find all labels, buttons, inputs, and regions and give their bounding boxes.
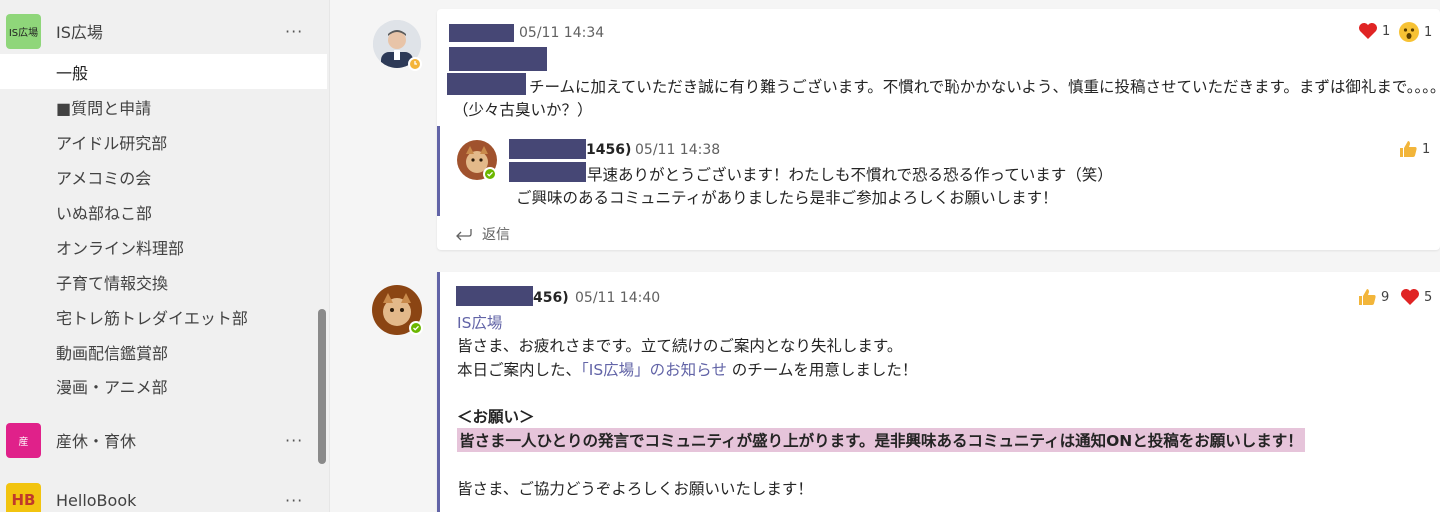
redacted-text: [447, 73, 526, 95]
heart-icon: [1359, 23, 1377, 39]
reaction-heart[interactable]: 5: [1400, 288, 1432, 306]
status-away-icon: [408, 57, 422, 71]
channel-manga-anime[interactable]: 漫画・アニメ部: [0, 368, 327, 403]
reply-button[interactable]: 返信: [455, 224, 510, 244]
channel-amecomi[interactable]: アメコミの会: [0, 159, 327, 194]
channel-cooking[interactable]: オンライン料理部: [0, 229, 327, 264]
status-available-icon: [409, 321, 423, 335]
team-mention[interactable]: IS広場: [457, 311, 502, 333]
channel-parenting[interactable]: 子育て情報交換: [0, 264, 327, 299]
team-maternity-leave[interactable]: 産 産休・育休 ···: [0, 418, 318, 462]
heart-icon: [1401, 289, 1419, 305]
reaction-like[interactable]: 1: [1398, 140, 1430, 158]
team-name: IS広場: [56, 23, 103, 42]
team-name: 産休・育休: [56, 432, 137, 451]
reaction-count: 5: [1424, 289, 1433, 305]
more-options-icon[interactable]: ···: [285, 22, 303, 41]
message-text: 皆さま、ご協力どうぞよろしくお願いいたします！: [457, 480, 813, 498]
reaction-like[interactable]: 9: [1357, 288, 1389, 306]
redacted-author: [456, 286, 533, 306]
message-timestamp: 05/11 14:40: [575, 290, 661, 306]
author-suffix: 456): [533, 290, 569, 306]
more-options-icon[interactable]: ···: [285, 431, 303, 450]
status-available-icon: [483, 167, 497, 181]
message-text: 皆さま、お疲れさまです。立て続けのご案内となり失礼します。: [457, 337, 903, 355]
channel-questions[interactable]: ■質問と申請: [0, 89, 327, 124]
author-suffix: 1456): [586, 142, 632, 158]
teams-sidebar: IS広場 IS広場 ··· 一般 ■質問と申請 アイドル研究部 アメコミの会 い…: [0, 0, 330, 512]
message-thread-2: [437, 272, 1440, 512]
redacted-author: [449, 24, 514, 42]
message-text: （少々古臭いか？）: [453, 101, 593, 119]
redacted-text: [509, 162, 586, 182]
team-hellobook[interactable]: HB HelloBook ···: [0, 478, 318, 512]
sidebar-scrollbar[interactable]: [318, 309, 326, 464]
message-text-line: 本日ご案内した、「IS広場」のお知らせ のチームを用意しました！: [457, 358, 917, 380]
team-name: HelloBook: [56, 490, 137, 510]
more-options-icon[interactable]: ···: [285, 491, 303, 510]
team-avatar: 産: [6, 422, 41, 458]
message-text: のチームを用意しました！: [726, 361, 918, 379]
message-heading: ＜お願い＞: [457, 408, 535, 426]
message-text: 早速ありがとうございます！わたしも不慣れで恐る恐る作っています（笑）: [587, 166, 1113, 184]
surprised-icon: [1399, 22, 1419, 42]
message-text: ご興味のあるコミュニティがありましたら是非ご参加よろしくお願いします！: [516, 189, 1058, 207]
reaction-count: 1: [1382, 23, 1391, 39]
message-text: チームに加えていただき誠に有り難うございます。不慣れで恥かかないよう、慎重に投稿…: [529, 78, 1440, 96]
channel-dog-cat[interactable]: いぬ部ねこ部: [0, 194, 327, 229]
reaction-surprised[interactable]: 1: [1398, 21, 1432, 43]
team-avatar: HB: [6, 482, 41, 512]
like-icon: [1400, 141, 1417, 157]
channel-workout[interactable]: 宅トレ筋トレダイエット部: [0, 299, 327, 334]
message-text: 本日ご案内した、: [457, 361, 582, 379]
reply-arrow-icon: [456, 229, 472, 241]
channel-link[interactable]: 「IS広場」のお知らせ: [581, 361, 727, 379]
team-is-hiroba[interactable]: IS広場 IS広場 ···: [0, 9, 318, 53]
reaction-count: 1: [1424, 24, 1433, 40]
message-timestamp: 05/11 14:38: [635, 142, 721, 158]
reply-label: 返信: [482, 227, 510, 243]
channel-streaming[interactable]: 動画配信鑑賞部: [0, 334, 327, 369]
highlighted-text: 皆さま一人ひとりの発言でコミュニティが盛り上がります。是非興味あるコミュニティは…: [457, 428, 1305, 452]
reaction-heart[interactable]: 1: [1358, 22, 1390, 40]
channel-idol[interactable]: アイドル研究部: [0, 124, 327, 159]
team-avatar: IS広場: [6, 13, 41, 49]
like-icon: [1359, 289, 1376, 305]
reaction-count: 9: [1381, 289, 1390, 305]
reaction-count: 1: [1422, 141, 1431, 157]
redacted-author: [509, 139, 586, 159]
redacted-text: [449, 47, 547, 71]
channel-general[interactable]: 一般: [0, 54, 327, 89]
message-timestamp: 05/11 14:34: [519, 25, 605, 41]
